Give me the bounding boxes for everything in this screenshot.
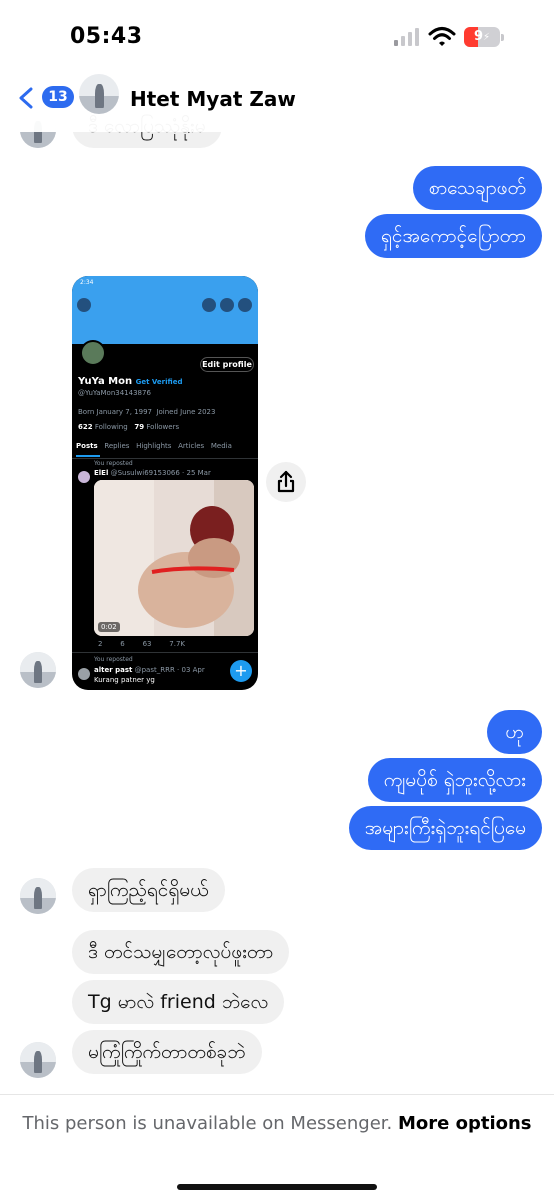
sender-avatar[interactable] — [20, 878, 56, 914]
image-post-author-avatar — [78, 471, 90, 483]
image-post2-text: Kurang patner yg — [94, 676, 155, 684]
image-repost2-label: You reposted — [94, 656, 133, 663]
image-edit-profile-button: Edit profile — [200, 357, 254, 372]
message-bubble-outgoing[interactable]: ရှင့်အကောင့်ပြောတာ — [365, 214, 542, 258]
unavailable-footer: This person is unavailable on Messenger.… — [0, 1094, 554, 1200]
home-indicator[interactable] — [177, 1184, 377, 1190]
image-post2-author-avatar — [78, 668, 90, 680]
message-bubble-outgoing[interactable]: စာသေချာဖတ် — [412, 166, 542, 210]
chat-header: 13 Htet Myat Zaw — [0, 60, 554, 132]
back-button[interactable]: 13 — [14, 82, 74, 112]
image-more-icon — [238, 298, 252, 312]
image-active-tab-indicator — [76, 455, 100, 457]
shared-image[interactable]: 2:34 Edit profile YuYa Mon Get Verified … — [72, 276, 258, 690]
status-time: 05:43 — [70, 24, 143, 49]
image-verified-label: Get Verified — [135, 378, 183, 386]
contact-avatar[interactable] — [79, 74, 119, 114]
contact-name[interactable]: Htet Myat Zaw — [130, 87, 296, 111]
message-bubble-incoming[interactable]: မကြုံကြိုက်တာတစ်ခုဘဲ — [72, 1030, 262, 1074]
image-back-icon — [77, 298, 91, 312]
wifi-icon — [428, 26, 456, 48]
battery-level-text: 9⚡ — [473, 29, 491, 44]
more-options-link[interactable]: More options — [398, 1113, 532, 1134]
image-follow-counts: 622 Following 79 Followers — [78, 423, 180, 431]
image-status-time: 2:34 — [80, 279, 94, 286]
messenger-chat-screen: 05:43 9⚡ 13 Htet Myat Zaw စာသေချာဖတ် ရှင… — [0, 0, 554, 1200]
image-profile-name: YuYa Mon Get Verified — [78, 376, 183, 387]
image-post2-author: alter past @past_RRR · 03 Apr — [94, 666, 205, 674]
message-bubble-incoming[interactable]: ဒီ တင်သမျှတော့လုပ်ဖူးတာ — [72, 930, 290, 974]
message-bubble-incoming[interactable]: Tg မာလဲ friend ဘဲလေ — [72, 980, 285, 1024]
image-profile-handle: @YuYaMon34143876 — [78, 389, 151, 397]
message-bubble-outgoing[interactable]: ကျမပိုစ် ရှဲဘူးလို့လား — [367, 758, 542, 802]
image-profile-avatar — [80, 340, 106, 366]
image-video-duration: 0:02 — [98, 622, 120, 632]
image-status-bar: 2:34 — [72, 276, 258, 290]
unread-count-badge: 13 — [42, 86, 74, 108]
image-post-author: ElEl @Susulwi69153066 · 25 Mar — [94, 469, 211, 477]
image-compose-fab: + — [230, 660, 252, 682]
sender-avatar[interactable] — [20, 1042, 56, 1078]
unavailable-notice: This person is unavailable on Messenger.… — [22, 1113, 532, 1134]
cellular-signal-icon — [394, 28, 420, 46]
image-profile-tabs: Posts Replies Highlights Articles Media — [76, 442, 232, 450]
share-button[interactable] — [266, 462, 306, 502]
image-search-icon — [220, 298, 234, 312]
image-profile-banner — [72, 290, 258, 344]
message-bubble-outgoing[interactable]: ဟု — [487, 710, 542, 754]
share-icon — [277, 470, 295, 493]
message-bubble-incoming[interactable]: ရှာကြည့်ရင်ရှိမယ် — [72, 868, 225, 912]
image-post-stats: 2 6 63 7.7K — [98, 640, 186, 648]
image-post-video: 0:02 — [94, 480, 254, 636]
image-profile-dates: Born January 7, 1997 Joined June 2023 — [78, 408, 216, 416]
image-refresh-icon — [202, 298, 216, 312]
message-bubble-outgoing[interactable]: အများကြီးရှဲဘူးရင်ပြမေ — [348, 806, 542, 850]
battery-icon: 9⚡ — [464, 27, 504, 47]
sender-avatar[interactable] — [20, 652, 56, 688]
image-repost-label: You reposted — [94, 460, 133, 467]
chevron-left-icon — [19, 87, 33, 109]
